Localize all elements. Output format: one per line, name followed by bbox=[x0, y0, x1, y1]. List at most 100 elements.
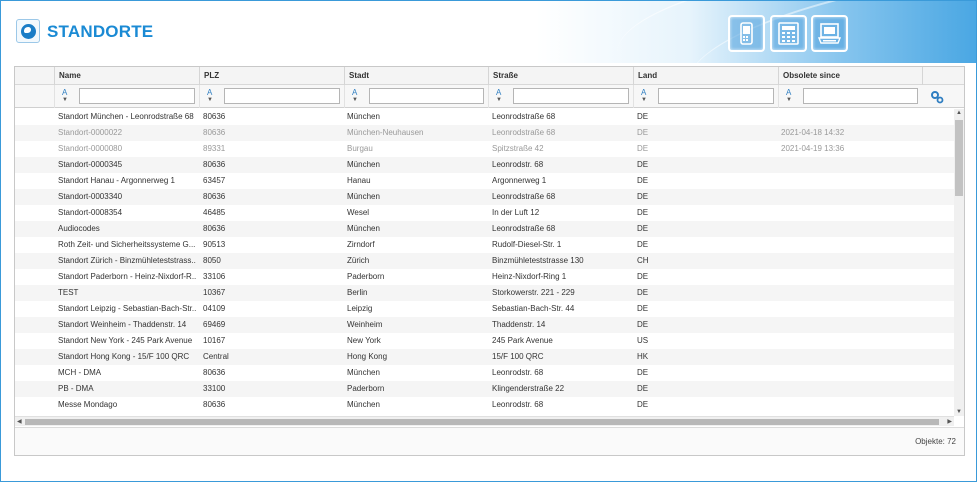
cell-strasse: Leonrodstraße 68 bbox=[492, 192, 556, 201]
cell-name: Standort-0000080 bbox=[58, 144, 123, 153]
sort-filter-icon[interactable]: A ▼ bbox=[352, 89, 362, 104]
desk-phone-icon[interactable] bbox=[770, 15, 807, 52]
cell-land: DE bbox=[637, 304, 649, 313]
table-row[interactable]: Standort New York - 245 Park Avenue 10167… bbox=[15, 333, 954, 349]
table-row[interactable]: Standort Leipzig - Sebastian-Bach-Str...… bbox=[15, 301, 954, 317]
cell-strasse: Sebastian-Bach-Str. 44 bbox=[492, 304, 575, 313]
table-row[interactable]: Messe Mondago 80636 München Leonrodstr. 68 D… bbox=[15, 397, 954, 413]
cell-obsolete bbox=[781, 317, 919, 333]
filter-input-name[interactable] bbox=[79, 88, 195, 104]
table-row[interactable]: Standort-0000022 80636 München-Neuhausen Le… bbox=[15, 125, 954, 141]
cell-name: Messe Mondago bbox=[58, 400, 118, 409]
cell-stadt: Hong Kong bbox=[347, 352, 388, 361]
cell-name: Standort-0000022 bbox=[58, 128, 123, 137]
cell-name: Standort-0000345 bbox=[58, 160, 123, 169]
table-row[interactable]: Standort-0003340 80636 München Leonrodstraß… bbox=[15, 189, 954, 205]
cell-land: DE bbox=[637, 384, 649, 393]
cell-strasse: Binzmühleteststrasse 130 bbox=[492, 256, 584, 265]
table-row[interactable]: PB - DMA 33100 Paderborn Klingenderstraße 2… bbox=[15, 381, 954, 397]
cell-name: Standort New York - 245 Park Avenue bbox=[58, 336, 193, 345]
cell-obsolete bbox=[781, 285, 919, 301]
table-row[interactable]: Roth Zeit- und Sicherheitssysteme G... 90… bbox=[15, 237, 954, 253]
filter-cell-plz: A ▼ bbox=[199, 85, 344, 108]
horizontal-scroll-thumb[interactable] bbox=[25, 419, 939, 425]
cell-land: DE bbox=[637, 192, 649, 201]
vertical-scroll-thumb[interactable] bbox=[955, 120, 963, 196]
column-header-name[interactable]: Name bbox=[54, 67, 199, 85]
table-row[interactable]: MCH - DMA 80636 München Leonrodstr. 68 DE bbox=[15, 365, 954, 381]
filter-input-stadt[interactable] bbox=[369, 88, 484, 104]
filter-input-land[interactable] bbox=[658, 88, 774, 104]
filter-input-obsolete[interactable] bbox=[803, 88, 918, 104]
table-row[interactable]: Standort Weinheim - Thaddenstr. 14 69469 W… bbox=[15, 317, 954, 333]
sort-filter-icon[interactable]: A ▼ bbox=[641, 89, 651, 104]
cell-stadt: New York bbox=[347, 336, 381, 345]
column-header-land[interactable]: Land bbox=[633, 67, 778, 85]
table-row[interactable]: Audiocodes 80636 München Leonrodstraße 68 DE bbox=[15, 221, 954, 237]
cell-name: MCH - DMA bbox=[58, 368, 102, 377]
sort-filter-icon[interactable]: A ▼ bbox=[496, 89, 506, 104]
cell-land: DE bbox=[637, 240, 649, 249]
cell-stadt: München bbox=[347, 368, 380, 377]
cell-name: Standort Hanau - Argonnerweg 1 bbox=[58, 176, 175, 185]
cell-stadt: München bbox=[347, 112, 380, 121]
cell-land: DE bbox=[637, 288, 649, 297]
column-settings-icon[interactable] bbox=[930, 90, 944, 104]
column-header-obsolete[interactable]: Obsolete since bbox=[778, 67, 922, 85]
cell-stadt: Weinheim bbox=[347, 320, 383, 329]
cell-plz: 33100 bbox=[203, 384, 226, 393]
cell-land: CH bbox=[637, 256, 649, 265]
scroll-down-icon[interactable]: ▼ bbox=[956, 409, 962, 415]
filter-row: A ▼ A ▼ A ▼ A ▼ A ▼ A ▼ bbox=[15, 85, 964, 108]
sort-filter-icon[interactable]: A ▼ bbox=[62, 89, 72, 104]
cell-plz: 80636 bbox=[203, 192, 226, 201]
table-row[interactable]: Standort-0000345 80636 München Leonrodstr. … bbox=[15, 157, 954, 173]
cell-obsolete bbox=[781, 397, 919, 413]
cell-obsolete: 2021-04-18 14:32 bbox=[781, 128, 845, 137]
cell-obsolete: 2021-04-19 13:36 bbox=[781, 144, 845, 153]
cell-strasse: Leonrodstr. 68 bbox=[492, 368, 544, 377]
scroll-right-icon[interactable]: ▶ bbox=[947, 418, 952, 425]
cell-plz: 89331 bbox=[203, 144, 226, 153]
cell-stadt: München bbox=[347, 160, 380, 169]
cell-land: DE bbox=[637, 208, 649, 217]
logo bbox=[16, 19, 40, 43]
cell-strasse: Rudolf-Diesel-Str. 1 bbox=[492, 240, 562, 249]
table-row[interactable]: Standort-0008354 46485 Wesel In der Luft 12… bbox=[15, 205, 954, 221]
cell-plz: 80636 bbox=[203, 400, 226, 409]
table-row[interactable]: Standort-0000080 89331 Burgau Spitzstraße 4… bbox=[15, 141, 954, 157]
scroll-up-icon[interactable]: ▲ bbox=[956, 110, 962, 116]
cell-strasse: Heinz-Nixdorf-Ring 1 bbox=[492, 272, 567, 281]
table-row[interactable]: Standort Paderborn - Heinz-Nixdorf-R... 3… bbox=[15, 269, 954, 285]
column-header-strasse[interactable]: Straße bbox=[488, 67, 633, 85]
table-row[interactable]: Standort Hanau - Argonnerweg 1 63457 Hanau… bbox=[15, 173, 954, 189]
column-header-plz[interactable]: PLZ bbox=[199, 67, 344, 85]
vertical-scrollbar[interactable]: ▲ ▼ bbox=[954, 109, 964, 416]
column-header-stadt[interactable]: Stadt bbox=[344, 67, 488, 85]
page-header: STANDORTE bbox=[1, 1, 976, 63]
filter-input-plz[interactable] bbox=[224, 88, 340, 104]
table-row[interactable]: Standort Hong Kong - 15/F 100 QRC Central… bbox=[15, 349, 954, 365]
cell-plz: 10167 bbox=[203, 336, 226, 345]
scroll-left-icon[interactable]: ◀ bbox=[17, 418, 22, 425]
cell-name: Standort Paderborn - Heinz-Nixdorf-R... bbox=[58, 272, 196, 281]
cell-plz: 80636 bbox=[203, 160, 226, 169]
cell-land: DE bbox=[637, 112, 649, 121]
cell-strasse: Leonrodstraße 68 bbox=[492, 128, 556, 137]
cell-stadt: München bbox=[347, 224, 380, 233]
sort-filter-icon[interactable]: A ▼ bbox=[207, 89, 217, 104]
filter-input-strasse[interactable] bbox=[513, 88, 629, 104]
horizontal-scrollbar[interactable]: ◀ ▶ bbox=[15, 416, 954, 426]
table-row[interactable]: TEST 10367 Berlin Storkowerstr. 221 - 229 DE bbox=[15, 285, 954, 301]
mobile-phone-icon[interactable] bbox=[728, 15, 765, 52]
table-row[interactable]: Standort Zürich - Binzmühleteststrass...… bbox=[15, 253, 954, 269]
cell-land: HK bbox=[637, 352, 649, 361]
conference-phone-icon[interactable] bbox=[811, 15, 848, 52]
cell-stadt: Zirndorf bbox=[347, 240, 375, 249]
app-window: STANDORTE Name PLZ Stadt Straße Land Obs… bbox=[0, 0, 977, 482]
filter-cell-land: A ▼ bbox=[633, 85, 778, 108]
table-row[interactable]: Standort München - Leonrodstraße 68 80636… bbox=[15, 109, 954, 125]
column-header-actions bbox=[922, 67, 964, 85]
sort-filter-icon[interactable]: A ▼ bbox=[786, 89, 796, 104]
cell-strasse: Leonrodstr. 68 bbox=[492, 400, 544, 409]
